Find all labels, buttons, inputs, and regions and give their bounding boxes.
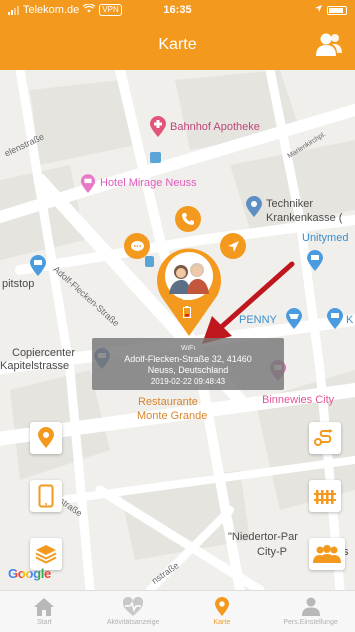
poi-bahnhof-apotheke[interactable]: Bahnhof Apotheke xyxy=(170,121,260,133)
techniker-pin-icon[interactable] xyxy=(245,196,263,218)
train-station-icon[interactable] xyxy=(150,152,161,163)
pitstop-pin-icon[interactable] xyxy=(29,255,47,277)
unitymed-pin-icon[interactable] xyxy=(306,250,324,272)
tab-pers-einstellungen[interactable]: Pers.Einstellunge xyxy=(266,591,355,632)
hotel-pin-icon[interactable] xyxy=(80,174,96,194)
poi-techniker-line1[interactable]: Techniker xyxy=(266,198,313,210)
bottom-tab-bar: Start Aktivitätsanzeige Karte Pers.Einst… xyxy=(0,590,355,632)
address-line-1: Adolf-Flecken-Straße 32, 41460 xyxy=(124,354,252,364)
location-info-box[interactable]: WiFi Adolf-Flecken-Straße 32, 41460 Neus… xyxy=(92,338,284,390)
tab-label-start: Start xyxy=(36,619,52,626)
page-title: Karte xyxy=(158,36,197,53)
smartphone-icon xyxy=(38,484,54,508)
device-location-button[interactable] xyxy=(30,480,62,512)
tab-label-pers-einstellungen: Pers.Einstellunge xyxy=(283,619,338,626)
poi-copiercenter-line1[interactable]: Copiercenter xyxy=(12,347,75,359)
route-icon xyxy=(314,429,333,446)
navigation-arrow-icon xyxy=(227,240,239,252)
poi-hotel-mirage[interactable]: Hotel Mirage Neuss xyxy=(100,177,197,189)
call-button[interactable] xyxy=(175,206,201,232)
heartbeat-icon xyxy=(123,597,144,616)
store-pin-icon[interactable] xyxy=(326,308,344,330)
poi-restaurante-line2[interactable]: Monte Grande xyxy=(137,410,207,422)
poi-unitymed[interactable]: Unitymed xyxy=(302,232,348,244)
connection-type: WiFi xyxy=(181,345,195,352)
tab-label-karte: Karte xyxy=(213,619,231,626)
location-pin-icon xyxy=(38,427,54,448)
my-location-button[interactable] xyxy=(30,422,62,454)
marker-battery-level: 1% xyxy=(182,295,193,302)
chat-icon xyxy=(130,240,144,251)
tab-start[interactable]: Start xyxy=(0,591,89,632)
map-view[interactable]: Bahnhof Apotheke Hotel Mirage Neuss Tech… xyxy=(0,70,355,590)
users-icon[interactable] xyxy=(315,32,343,58)
fence-icon xyxy=(314,490,336,504)
layers-icon xyxy=(35,545,57,564)
tab-aktivitaetsanzeige[interactable]: Aktivitätsanzeige xyxy=(89,591,178,632)
map-pin-icon xyxy=(214,597,229,616)
route-history-button[interactable] xyxy=(309,422,341,454)
tab-karte[interactable]: Karte xyxy=(178,591,267,632)
phone-icon xyxy=(182,213,194,225)
home-icon xyxy=(34,598,55,616)
carrier-name: Telekom.de xyxy=(23,4,80,16)
battery-low-icon xyxy=(183,306,191,318)
app-header: Karte xyxy=(0,20,355,70)
location-timestamp: 2019-02-22 09:48:43 xyxy=(150,377,226,386)
poi-niedertor-line1[interactable]: "Niedertor-Par xyxy=(228,531,298,543)
poi-niedertor-line2[interactable]: City-P xyxy=(257,546,287,558)
location-arrow-icon xyxy=(314,4,323,16)
person-icon xyxy=(301,597,320,616)
geofence-button[interactable] xyxy=(309,480,341,512)
google-logo: Google xyxy=(8,566,51,581)
show-all-members-button[interactable] xyxy=(309,538,345,570)
address-line-2: Neuss, Deutschland xyxy=(147,365,229,375)
poi-pitstop[interactable]: pitstop xyxy=(2,278,34,290)
pharmacy-pin-icon[interactable] xyxy=(149,116,167,138)
poi-restaurante-line1[interactable]: Restaurante xyxy=(138,396,198,408)
status-bar: Telekom.de VPN 16:35 xyxy=(0,0,355,20)
signal-icon xyxy=(8,5,19,15)
poi-copiercenter-line2[interactable]: Kapitelstrasse xyxy=(0,360,69,372)
battery-icon xyxy=(327,5,347,15)
poi-binnewies-city[interactable]: Binnewies City xyxy=(262,394,334,406)
poi-techniker-line2[interactable]: Krankenkasse ( xyxy=(266,212,342,224)
vpn-badge: VPN xyxy=(99,4,122,16)
poi-k[interactable]: K xyxy=(346,314,353,326)
tab-label-aktivitaetsanzeige: Aktivitätsanzeige xyxy=(106,619,160,626)
wifi-icon xyxy=(83,3,96,16)
group-icon xyxy=(313,545,341,563)
